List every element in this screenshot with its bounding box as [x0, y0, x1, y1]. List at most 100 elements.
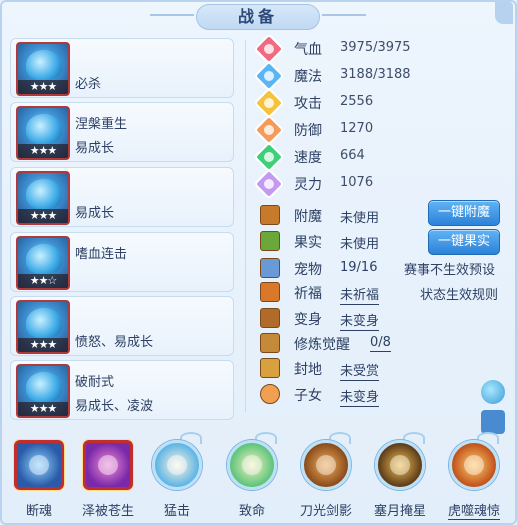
skill-icon [83, 440, 133, 490]
item-label: 附魔 [294, 209, 322, 225]
pet-stars: ★★★ [18, 338, 68, 352]
pet-skill-line1: 必杀 [75, 77, 102, 92]
stat-defense: 防御 1270 [253, 114, 458, 146]
spirit-icon [253, 168, 285, 200]
item-child: 子女 未变身 [258, 382, 498, 407]
skill-icon [449, 440, 499, 490]
skill-name: 致命 [238, 504, 265, 519]
heart-icon [253, 33, 285, 65]
skill-slot[interactable]: 刀光剑影 [295, 432, 357, 522]
blessing-link[interactable]: 未祈福 [340, 284, 380, 305]
fruit-icon [260, 231, 280, 251]
skill-slot[interactable]: 塞月掩星 [369, 432, 431, 522]
skill-name: 刀光剑影 [299, 504, 352, 519]
item-label: 变身 [294, 312, 322, 328]
fief-link[interactable]: 未受赏 [340, 360, 380, 381]
pet-skill-line1: 易成长 [75, 206, 115, 221]
skill-bar: 断魂 泽被苍生 猛击 致命 刀光剑影 塞月掩星 虎噬魂惊 [0, 432, 517, 525]
status-rules-link[interactable]: 状态生效规则 [420, 284, 498, 303]
cultivate-link[interactable]: 0/8 [370, 335, 391, 352]
skill-slot[interactable]: 虎噬魂惊 [443, 432, 505, 522]
fruit-all-button[interactable]: 一键果实 [428, 229, 500, 255]
skill-slot[interactable]: 猛击 [146, 432, 208, 522]
stat-value: 3188/3188 [340, 67, 411, 82]
skill-name: 塞月掩星 [373, 504, 426, 519]
pet-avatar: ★★☆ [16, 236, 70, 290]
item-label: 宠物 [294, 262, 322, 278]
mana-icon [253, 60, 285, 92]
pet-avatar: ★★★ [16, 300, 70, 354]
shield-icon [253, 114, 285, 146]
item-cultivate: 修炼觉醒 0/8 [258, 331, 498, 355]
pet-avatar: ★★★ [16, 364, 70, 418]
skill-icon [14, 440, 64, 490]
stat-attack: 攻击 2556 [253, 87, 458, 119]
skill-name: 虎噬魂惊 [437, 500, 511, 520]
pet-stars: ★★☆ [18, 274, 68, 288]
transform-link[interactable]: 未变身 [340, 310, 380, 331]
stat-label: 防御 [294, 123, 322, 139]
enchant-icon [260, 205, 280, 225]
stat-value: 1076 [340, 175, 374, 190]
stat-label: 灵力 [294, 177, 322, 193]
skill-icon [375, 440, 425, 490]
stat-value: 2556 [340, 94, 374, 109]
skill-name: 断魂 [25, 504, 52, 519]
item-value: 未使用 [340, 211, 380, 226]
pet-row[interactable]: ★★★ 必杀 [10, 38, 234, 98]
pet-stars: ★★★ [18, 80, 68, 94]
cultivate-icon [260, 333, 280, 353]
stat-label: 魔法 [294, 69, 322, 85]
pet-skill-line1: 愤怒、易成长 [75, 335, 154, 350]
share-icon[interactable] [481, 410, 505, 434]
item-label: 封地 [294, 362, 322, 378]
skill-name: 猛击 [163, 504, 190, 519]
enchant-all-button[interactable]: 一键附魔 [428, 200, 500, 226]
item-fief: 封地 未受赏 [258, 356, 498, 381]
stat-label: 气血 [294, 42, 322, 58]
pet-row[interactable]: ★★★ 易成长 [10, 167, 234, 227]
item-value: 未使用 [340, 237, 380, 252]
stat-spirit: 灵力 1076 [253, 168, 458, 200]
child-icon [260, 384, 280, 404]
pet-skill-line1: 破耐式 [75, 375, 115, 390]
skill-name: 泽被苍生 [81, 504, 134, 519]
stat-hp: 气血 3975/3975 [253, 33, 458, 65]
column-divider [245, 40, 246, 412]
blessing-icon [260, 282, 280, 302]
refresh-icon[interactable] [481, 380, 505, 404]
stat-mp: 魔法 3188/3188 [253, 60, 458, 92]
stat-label: 攻击 [294, 96, 322, 112]
item-label: 祈福 [294, 286, 322, 302]
skill-slot[interactable]: 致命 [221, 432, 283, 522]
stat-label: 速度 [294, 150, 322, 166]
skill-name-text: 虎噬魂惊 [447, 504, 500, 520]
pet-row[interactable]: ★★★ 愤怒、易成长 [10, 296, 234, 356]
pet-row[interactable]: ★★★ 涅槃重生 易成长 [10, 102, 234, 162]
event-preset-link[interactable]: 赛事不生效预设 [404, 259, 495, 278]
pet-avatar: ★★★ [16, 106, 70, 160]
pet-row[interactable]: ★★☆ 嗜血连击 [10, 232, 234, 292]
item-label: 果实 [294, 235, 322, 251]
speed-icon [253, 141, 285, 173]
title-decoration-right [322, 14, 366, 16]
pet-skill-line2: 易成长、凌波 [75, 399, 154, 414]
close-button[interactable] [495, 2, 513, 24]
pet-row[interactable]: ★★★ 破耐式 易成长、凌波 [10, 360, 234, 420]
panel-title: 战备 [196, 4, 320, 30]
skill-slot[interactable]: 泽被苍生 [77, 432, 139, 522]
child-link[interactable]: 未变身 [340, 386, 380, 407]
pet-avatar: ★★★ [16, 42, 70, 96]
attack-icon [253, 87, 285, 119]
skill-icon [152, 440, 202, 490]
title-decoration-left [150, 14, 194, 16]
pet-skill-line1: 嗜血连击 [75, 247, 128, 262]
skill-icon [227, 440, 277, 490]
pet-skill-line1: 涅槃重生 [75, 117, 128, 132]
stat-value: 664 [340, 148, 365, 163]
item-value: 19/16 [340, 260, 378, 275]
pet-stars: ★★★ [18, 209, 68, 223]
item-transform: 变身 未变身 [258, 306, 498, 331]
fief-icon [260, 358, 280, 378]
skill-slot[interactable]: 断魂 [8, 432, 70, 522]
